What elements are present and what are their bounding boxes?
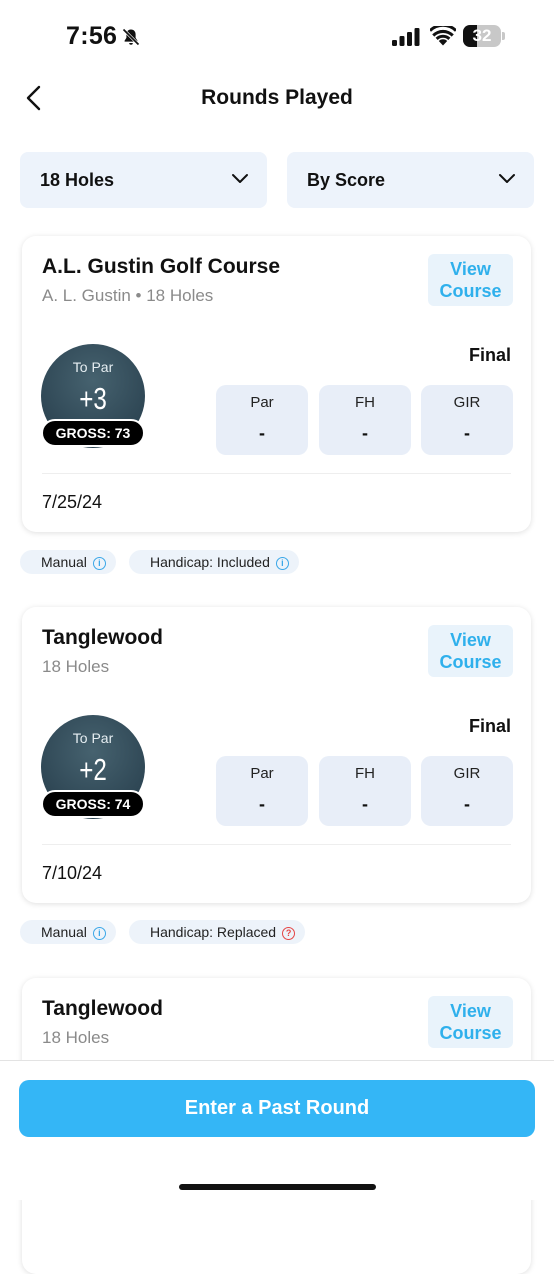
stat-value: - — [362, 423, 368, 443]
handicap-tag[interactable]: Handicap: Replaced? — [129, 920, 306, 944]
stat-label: GIR — [453, 394, 481, 411]
view-course-label-line2: Course — [439, 652, 502, 672]
stat-fh: FH - — [319, 385, 411, 455]
chevron-down-icon — [232, 174, 248, 183]
page-title: Rounds Played — [201, 86, 353, 109]
enter-past-round-button[interactable]: Enter a Past Round — [19, 1080, 535, 1137]
stat-value: - — [362, 794, 368, 814]
manual-tag[interactable]: Manual i — [20, 920, 116, 944]
round-status: Final — [468, 716, 511, 736]
chevron-down-icon — [499, 174, 515, 183]
stat-label: FH — [355, 394, 375, 411]
cellular-signal-icon — [392, 28, 420, 46]
stat-label: Par — [250, 394, 274, 411]
gross-score-badge: GROSS: 73 — [41, 419, 145, 447]
divider — [42, 473, 511, 474]
stat-par: Par - — [216, 385, 308, 455]
battery-level: 32 — [472, 26, 492, 45]
stat-fh: FH - — [319, 756, 411, 826]
gross-score-badge: GROSS: 74 — [41, 790, 145, 818]
tag-label: Manual — [41, 554, 87, 570]
stat-label: FH — [355, 765, 375, 782]
round-card[interactable]: A.L. Gustin Golf Course A. L. Gustin • 1… — [22, 236, 531, 532]
manual-tag[interactable]: Manual i — [20, 550, 116, 574]
view-course-button[interactable]: View Course — [428, 254, 513, 306]
bell-slash-icon — [122, 28, 140, 46]
stat-label: GIR — [453, 765, 481, 782]
course-name: Tanglewood — [42, 997, 163, 1020]
stat-value: - — [464, 423, 470, 443]
course-name: Tanglewood — [42, 626, 163, 649]
status-time: 7:56 — [66, 22, 118, 50]
course-subtitle: 18 Holes — [42, 1028, 110, 1047]
view-course-label-line2: Course — [439, 1023, 502, 1043]
view-course-label-line2: Course — [439, 281, 502, 301]
tag-label: Manual — [41, 924, 87, 940]
handicap-tag[interactable]: Handicap: Included i — [129, 550, 299, 574]
view-course-label-line1: View — [450, 259, 491, 279]
round-card[interactable]: Tanglewood 18 Holes View Course To Par +… — [22, 607, 531, 903]
course-subtitle: A. L. Gustin • 18 Holes — [42, 286, 214, 305]
battery-icon: 32 — [463, 25, 505, 47]
stat-value: - — [259, 423, 265, 443]
course-subtitle: 18 Holes — [42, 657, 110, 676]
stat-gir: GIR - — [421, 385, 513, 455]
stat-value: - — [464, 794, 470, 814]
to-par-value: +3 — [79, 381, 107, 416]
view-course-button[interactable]: View Course — [428, 625, 513, 677]
info-icon[interactable]: i — [275, 557, 289, 570]
course-name: A.L. Gustin Golf Course — [42, 255, 281, 278]
wifi-icon — [430, 26, 456, 46]
view-course-label-line1: View — [450, 630, 491, 650]
tag-label: Handicap: Included — [150, 554, 270, 570]
to-par-value: +2 — [79, 752, 107, 787]
info-icon[interactable]: i — [92, 927, 106, 940]
sort-filter-label: By Score — [307, 170, 386, 190]
status-bar: 7:56 32 — [0, 0, 554, 70]
sort-filter-dropdown[interactable]: By Score — [287, 152, 534, 208]
question-icon[interactable]: ? — [282, 927, 296, 940]
stat-value: - — [259, 794, 265, 814]
tag-label: Handicap: Replaced — [150, 924, 277, 940]
home-indicator[interactable] — [179, 1184, 376, 1190]
to-par-label: To Par — [72, 359, 114, 375]
info-icon[interactable]: i — [92, 557, 106, 570]
to-par-label: To Par — [72, 730, 114, 746]
holes-filter-label: 18 Holes — [40, 170, 115, 190]
round-date: 7/25/24 — [42, 492, 103, 512]
view-course-label-line1: View — [450, 1001, 491, 1021]
holes-filter-dropdown[interactable]: 18 Holes — [20, 152, 267, 208]
round-date: 7/10/24 — [42, 863, 103, 883]
round-status: Final — [468, 345, 511, 365]
stat-par: Par - — [216, 756, 308, 826]
divider — [42, 844, 511, 845]
stat-gir: GIR - — [421, 756, 513, 826]
view-course-button[interactable]: View Course — [428, 996, 513, 1048]
stat-label: Par — [250, 765, 274, 782]
